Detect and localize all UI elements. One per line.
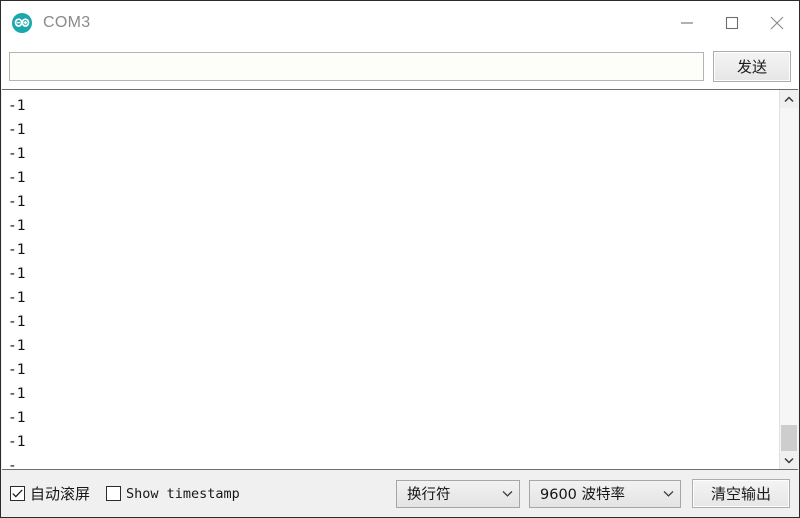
show-timestamp-checkbox[interactable] — [106, 486, 122, 501]
newline-select[interactable]: 换行符 — [396, 479, 520, 508]
bottom-toolbar: 自动滚屏 Show timestamp 换行符 9600 波特率 清空输出 — [1, 470, 799, 517]
console-line: -1 — [8, 98, 26, 114]
clear-output-button[interactable]: 清空输出 — [692, 479, 790, 508]
autoscroll-label: 自动滚屏 — [30, 485, 91, 503]
console-line: -1 — [8, 122, 26, 138]
chevron-up-icon[interactable] — [780, 90, 798, 108]
console-scrollbar[interactable] — [779, 90, 798, 469]
console-output[interactable]: -1 -1 -1 -1 -1 -1 -1 -1 -1 -1 -1 -1 -1 -1 -1 - — [2, 90, 779, 469]
check-icon — [12, 489, 23, 498]
console-line: -1 — [8, 314, 26, 330]
console-area: -1 -1 -1 -1 -1 -1 -1 -1 -1 -1 -1 -1 -1 -1 -1 - — [2, 89, 798, 470]
autoscroll-checkbox[interactable] — [10, 486, 25, 501]
autoscroll-checkbox-group[interactable]: 自动滚屏 — [10, 483, 90, 504]
arduino-infinity-icon — [11, 12, 33, 34]
console-line: -1 — [8, 434, 26, 450]
newline-select-value: 换行符 — [407, 487, 451, 503]
console-line: - — [8, 458, 17, 469]
chevron-down-icon — [663, 490, 674, 497]
console-line: -1 — [8, 266, 26, 282]
console-line: -1 — [8, 290, 26, 306]
show-timestamp-label: Show timestamp — [126, 485, 240, 502]
serial-monitor-window: COM3 发送 -1 -1 -1 -1 -1 -1 -1 -1 -1 -1 -1… — [0, 0, 800, 518]
baud-rate-select-value: 9600 波特率 — [540, 487, 626, 503]
chevron-down-icon[interactable] — [780, 451, 798, 469]
console-line: -1 — [8, 338, 26, 354]
minimize-icon[interactable] — [664, 1, 709, 44]
maximize-icon[interactable] — [709, 1, 754, 44]
send-input[interactable] — [9, 52, 704, 81]
console-line: -1 — [8, 194, 26, 210]
console-line: -1 — [8, 146, 26, 162]
show-timestamp-checkbox-group[interactable]: Show timestamp — [106, 486, 240, 502]
scrollbar-track[interactable] — [780, 108, 798, 451]
console-line: -1 — [8, 410, 26, 426]
console-line: -1 — [8, 386, 26, 402]
console-line: -1 — [8, 242, 26, 258]
close-icon[interactable] — [754, 1, 799, 44]
title-bar: COM3 — [1, 1, 799, 44]
send-row: 发送 — [1, 44, 799, 89]
scrollbar-thumb[interactable] — [781, 425, 797, 451]
window-controls — [664, 1, 799, 44]
window-title: COM3 — [43, 13, 91, 31]
console-line: -1 — [8, 362, 26, 378]
console-line: -1 — [8, 218, 26, 234]
console-line: -1 — [8, 170, 26, 186]
chevron-down-icon — [502, 490, 513, 497]
baud-rate-select[interactable]: 9600 波特率 — [529, 479, 681, 508]
send-button[interactable]: 发送 — [713, 51, 791, 82]
